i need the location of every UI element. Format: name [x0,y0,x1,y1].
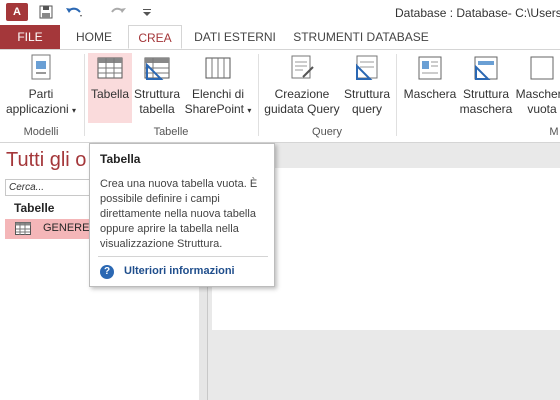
tab-home[interactable]: HOME [64,25,124,49]
struttura-tabella-label-1: Struttura [134,87,181,101]
tab-strumenti-database[interactable]: STRUMENTI DATABASE [288,25,434,49]
ribbon-tabs: FILE HOME CREA DATI ESTERNI STRUMENTI DA… [0,25,560,50]
group-divider [84,54,85,136]
table-design-icon [144,53,170,83]
nav-pane-title[interactable]: Tutti gli o [6,149,86,172]
group-tabelle: Tabelle [153,126,189,138]
redo-icon[interactable] [108,4,130,20]
undo-icon[interactable] [64,4,86,20]
elenchi-label-2: SharePoint [184,102,244,116]
struttura-maschera-label-1: Struttura [462,87,510,101]
help-icon[interactable]: ? [100,265,114,279]
query-wizard-icon [289,53,315,83]
application-parts-icon [28,53,54,83]
struttura-query-label-1: Struttura [343,87,391,101]
maschera-vuota-label-2: vuota [527,102,557,116]
struttura-maschera-button[interactable]: Struttura maschera [458,53,514,117]
struttura-tabella-label-2: tabella [139,102,175,116]
creazione-guidata-query-button[interactable]: Creazione guidata Query [262,53,342,117]
form-icon [417,53,443,83]
maschera-vuota-button[interactable]: Maschera vuota [514,53,560,117]
elenchi-sharepoint-button[interactable]: Elenchi di SharePoint ▾ [182,53,254,118]
dropdown-arrow-icon: ▾ [72,106,77,115]
maschera-vuota-label-1: Maschera [515,87,560,101]
struttura-query-button[interactable]: Struttura query [342,53,392,117]
more-info-link[interactable]: Ulteriori informazioni [124,265,235,277]
ribbon: Parti applicazioni ▾ Modelli Tabella Str… [0,50,560,143]
struttura-tabella-button[interactable]: Struttura tabella [134,53,180,117]
tab-crea[interactable]: CREA [128,25,182,49]
group-modelli: Modelli [23,126,59,138]
parti-label-1: Parti [28,87,54,101]
blank-form-icon [529,53,555,83]
maschera-button[interactable]: Maschera [402,53,458,102]
table-icon [15,222,31,239]
title-bar: A Database : Database- C:\Users\ [0,0,560,25]
sharepoint-list-icon [205,53,231,83]
table-item-label: GENERE [43,222,90,234]
group-divider [396,54,397,136]
group-maschere: M [549,126,559,138]
creazione-label-1: Creazione [274,87,330,101]
table-icon [97,53,123,83]
tab-file[interactable]: FILE [0,25,60,49]
parti-applicazioni-button[interactable]: Parti applicazioni ▾ [2,53,80,118]
tooltip-title: Tabella [100,152,141,166]
struttura-maschera-label-2: maschera [459,102,513,116]
parti-label-2: applicazioni [5,102,69,116]
tooltip-tabella: Tabella Crea una nuova tabella vuota. È … [89,143,275,287]
save-icon[interactable] [38,4,54,20]
tabella-button[interactable]: Tabella [88,53,132,123]
section-header-tabelle[interactable]: Tabelle [14,201,54,215]
group-query: Query [312,126,342,138]
tab-dati-esterni[interactable]: DATI ESTERNI [186,25,284,49]
maschera-label: Maschera [403,87,457,101]
tooltip-body: Crea una nuova tabella vuota. È possibil… [100,178,258,250]
form-design-icon [473,53,499,83]
tooltip-divider [98,256,268,257]
creazione-label-2: guidata Query [264,102,340,116]
dropdown-arrow-icon: ▾ [247,106,252,115]
query-design-icon [354,53,380,83]
window-title: Database : Database- C:\Users\ [395,6,560,20]
customize-toolbar-icon[interactable] [140,4,154,20]
access-app-icon[interactable]: A [6,3,28,21]
tabella-label: Tabella [90,87,130,101]
group-divider [258,54,259,136]
elenchi-label-1: Elenchi di [191,87,245,101]
struttura-query-label-2: query [351,102,383,116]
